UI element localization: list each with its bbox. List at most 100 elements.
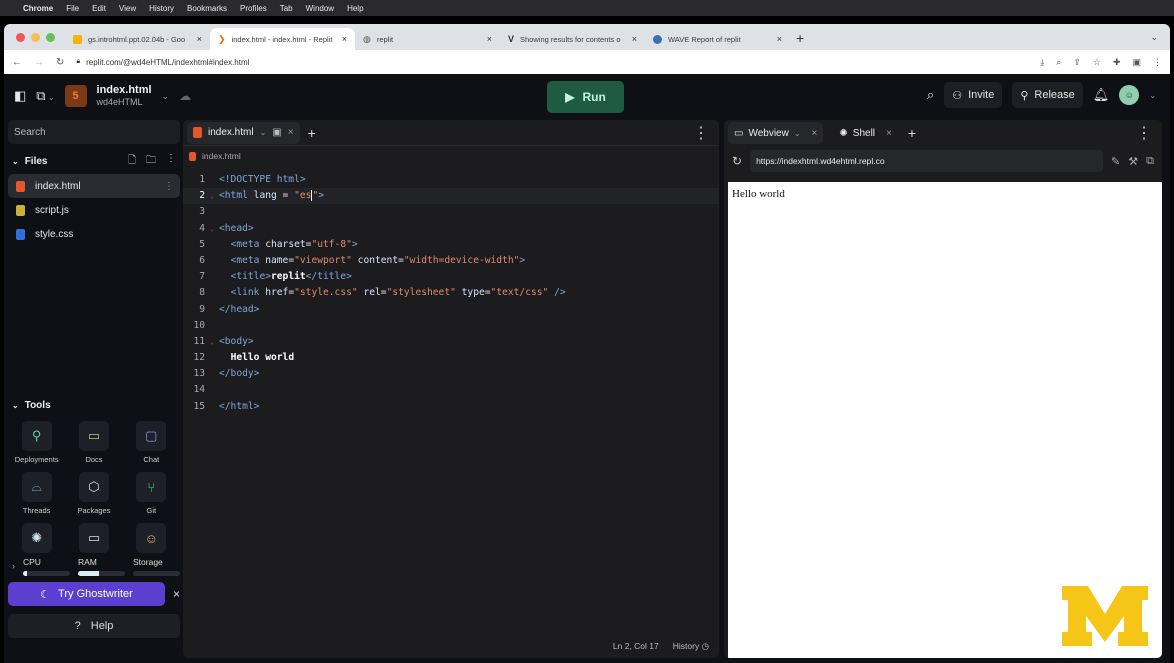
omnibar: ← → ↻ 🔒︎ replit.com/@wd4eHTML/indexhtml#…: [4, 50, 1170, 74]
menu-view[interactable]: View: [119, 4, 136, 13]
reload-icon[interactable]: ↻: [732, 154, 742, 168]
help-label: Help: [90, 620, 114, 632]
tool-user[interactable]: ☺: [123, 523, 180, 553]
menu-profiles[interactable]: Profiles: [240, 4, 267, 13]
webview-url-input[interactable]: https://indexhtml.wd4ehtml.repl.co: [750, 150, 1104, 172]
browser-tab[interactable]: gs.introhtml.ppt.02.04b - Goo ×: [65, 28, 210, 50]
menu-bookmarks[interactable]: Bookmarks: [187, 4, 227, 13]
address-bar[interactable]: 🔒︎ replit.com/@wd4eHTML/indexhtml#index.…: [76, 58, 1028, 67]
menu-app-name[interactable]: Chrome: [23, 4, 53, 13]
chevron-down-icon[interactable]: ⌄: [260, 128, 267, 137]
run-button[interactable]: ▶ Run: [547, 81, 624, 113]
share-icon[interactable]: ⇪: [1073, 57, 1081, 68]
chevron-right-icon[interactable]: ›: [12, 557, 15, 576]
more-icon[interactable]: ⋮: [166, 153, 176, 170]
tool-shell[interactable]: ✺: [8, 523, 65, 553]
cursor-position[interactable]: Ln 2, Col 17: [613, 641, 659, 652]
close-tab-icon[interactable]: ×: [487, 34, 492, 44]
tool-monitor[interactable]: ▭: [65, 523, 122, 553]
close-window-button[interactable]: [16, 33, 25, 42]
zoom-icon[interactable]: ⌕: [1056, 57, 1061, 68]
forward-icon[interactable]: →: [34, 57, 44, 68]
close-tab-icon[interactable]: ×: [342, 34, 347, 44]
close-tab-icon[interactable]: ×: [288, 127, 294, 138]
menu-window[interactable]: Window: [306, 4, 334, 13]
extensions-icon[interactable]: ✚: [1113, 57, 1121, 68]
menu-file[interactable]: File: [66, 4, 79, 13]
new-tab-button[interactable]: +: [790, 30, 810, 50]
back-icon[interactable]: ←: [12, 57, 22, 68]
install-icon[interactable]: ⤓: [1040, 57, 1044, 68]
release-icon: ⚲: [1020, 89, 1029, 102]
open-new-window-icon[interactable]: ⧉: [1146, 155, 1154, 168]
file-item-script-js[interactable]: script.js: [8, 198, 180, 222]
browser-tab[interactable]: ◍ replit ×: [355, 28, 500, 50]
new-tab-button[interactable]: +: [308, 125, 316, 141]
new-file-icon[interactable]: 🗋︎: [128, 153, 136, 170]
close-tab-icon[interactable]: ×: [812, 128, 818, 139]
replit-workspace: ◧ ⧉ ⌄ 5 index.html wd4eHTML ⌄ ☁ ▶ Run ⌕ …: [4, 74, 1170, 663]
help-button[interactable]: ? Help: [8, 614, 180, 638]
format-icon[interactable]: ▣: [272, 127, 281, 138]
tab-shell[interactable]: ✺ Shell ×: [833, 122, 897, 144]
search-input[interactable]: Search: [8, 120, 180, 144]
close-tab-icon[interactable]: ×: [632, 34, 637, 44]
tool-packages[interactable]: ⬡ Packages: [65, 472, 122, 515]
code-line: 1 <!DOCTYPE html>: [199, 174, 306, 185]
chevron-down-icon[interactable]: ⌄: [794, 129, 801, 138]
close-tab-icon[interactable]: ×: [777, 34, 782, 44]
tab-webview[interactable]: ▭ Webview ⌄ ×: [728, 122, 824, 144]
close-tab-icon[interactable]: ×: [886, 128, 892, 139]
menu-help[interactable]: Help: [347, 4, 363, 13]
browser-tab[interactable]: V Showing results for contents o ×: [500, 28, 645, 50]
chevron-down-icon[interactable]: ⌄: [1149, 91, 1156, 100]
tool-docs[interactable]: ▭ Docs: [65, 421, 122, 464]
minimize-window-button[interactable]: [31, 33, 40, 42]
browser-tab[interactable]: WAVE Report of replit ×: [645, 28, 790, 50]
more-icon[interactable]: ⋮: [164, 181, 174, 192]
replit-logo-icon[interactable]: ⧉ ⌄: [36, 88, 54, 104]
more-icon[interactable]: ⋮: [1136, 123, 1152, 143]
close-tab-icon[interactable]: ×: [197, 34, 202, 44]
menu-tab[interactable]: Tab: [280, 4, 293, 13]
tool-deployments[interactable]: ⚲ Deployments: [8, 421, 65, 464]
file-item-index-html[interactable]: index.html ⋮: [8, 174, 180, 198]
release-button[interactable]: ⚲ Release: [1012, 82, 1083, 108]
side-panel-icon[interactable]: ▣: [1132, 57, 1141, 68]
try-ghostwriter-button[interactable]: ☾ Try Ghostwriter: [8, 582, 165, 606]
file-item-style-css[interactable]: style.css: [8, 222, 180, 246]
search-icon[interactable]: ⌕: [927, 87, 934, 103]
bell-icon[interactable]: 🔔︎: [1093, 87, 1110, 103]
tool-threads[interactable]: ⌓ Threads: [8, 472, 65, 515]
menu-edit[interactable]: Edit: [92, 4, 106, 13]
code-area[interactable]: 1 <!DOCTYPE html> 2 ⌄ <html lang = "es"> 3 …: [183, 166, 719, 415]
invite-button[interactable]: ⚇ Invite: [944, 82, 1003, 108]
project-name[interactable]: index.html wd4eHTML: [97, 84, 152, 108]
editor-tab-index-html[interactable]: index.html ⌄ ▣ ×: [187, 121, 300, 144]
chevron-down-icon[interactable]: ⌄: [162, 91, 170, 102]
avatar[interactable]: ☺: [1119, 85, 1140, 105]
close-icon[interactable]: ×: [173, 587, 180, 601]
browser-tab-active[interactable]: ❯ index.html - index.html - Replit ×: [210, 28, 355, 50]
tool-chat[interactable]: ▢ Chat: [123, 421, 180, 464]
new-folder-icon[interactable]: 🗀︎: [146, 153, 156, 170]
bookmark-star-icon[interactable]: ☆: [1093, 57, 1101, 68]
tools-header[interactable]: ⌄ Tools: [8, 400, 180, 411]
history-button[interactable]: History ◷: [673, 641, 709, 652]
ram-bar: [78, 571, 125, 576]
menu-history[interactable]: History: [149, 4, 174, 13]
maximize-window-button[interactable]: [46, 33, 55, 42]
chrome-menu-icon[interactable]: ⋮: [1153, 57, 1162, 68]
tab-search-chevron-icon[interactable]: ⌄: [1150, 32, 1158, 43]
files-header[interactable]: ⌄ Files 🗋︎ 🗀︎ ⋮: [8, 148, 180, 174]
devtools-icon[interactable]: ⚒: [1128, 155, 1138, 168]
reload-icon[interactable]: ↻: [56, 57, 64, 68]
new-tab-button[interactable]: +: [908, 125, 916, 141]
tool-git[interactable]: ⑂ Git: [123, 472, 180, 515]
add-user-icon: ⚇: [952, 89, 963, 102]
edit-icon[interactable]: ✎: [1111, 155, 1120, 168]
sidebar-toggle-icon[interactable]: ◧: [14, 88, 26, 104]
breadcrumb-file[interactable]: index.html: [202, 151, 241, 161]
more-icon[interactable]: ⋮: [693, 123, 709, 143]
resources[interactable]: › CPU RAM Storage: [8, 557, 180, 576]
